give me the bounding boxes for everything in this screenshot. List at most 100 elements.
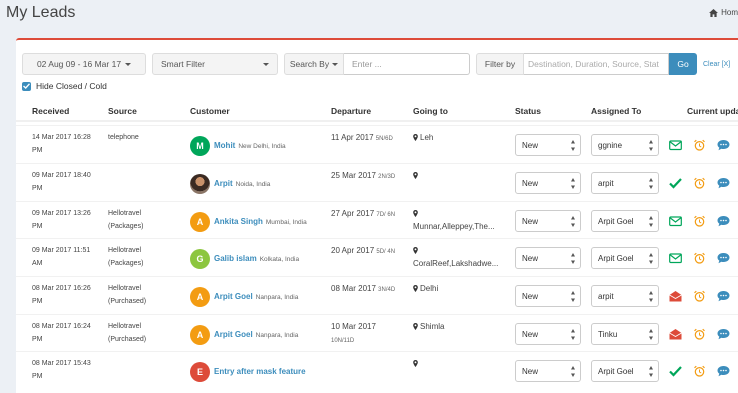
table-row[interactable]: 09 Mar 2017 11:51 AM Hellotravel (Packages)…: [16, 238, 738, 276]
departure-cell: 27 Apr 2017 7D/ 6N: [331, 207, 395, 222]
destination-filter-input[interactable]: Destination, Duration, Source, Stat: [524, 53, 669, 75]
assigned-to-select[interactable]: Arpit Goel: [591, 247, 659, 269]
date-range-picker[interactable]: 02 Aug 09 - 16 Mar 17: [22, 53, 146, 75]
customer-name-link[interactable]: Arpit Goel: [214, 330, 253, 339]
trip-duration: 5N/6D: [375, 136, 393, 142]
updown-arrow-icon: [649, 253, 653, 264]
check-icon[interactable]: [669, 365, 682, 377]
chat-bubble-icon[interactable]: [717, 139, 730, 151]
map-marker-icon: [413, 134, 418, 141]
envelope-icon[interactable]: [669, 215, 682, 227]
envelope-icon[interactable]: [669, 252, 682, 264]
checkbox-checked-icon[interactable]: [22, 81, 31, 91]
alarm-clock-icon[interactable]: [693, 139, 706, 151]
lead-source: Hellotravel (Purchased): [108, 323, 147, 343]
customer-name-link[interactable]: Arpit Goel: [214, 292, 253, 301]
breadcrumb[interactable]: Hom: [709, 8, 738, 17]
status-value: New: [522, 366, 539, 376]
chat-bubble-icon[interactable]: [717, 215, 730, 227]
customer-name-link[interactable]: Mohit: [214, 141, 235, 150]
assigned-to-select[interactable]: Arpit Goel: [591, 360, 659, 382]
customer-cell[interactable]: G Galib islam Kolkata, India: [190, 249, 299, 269]
envelope-open-icon[interactable]: [669, 290, 682, 302]
check-icon[interactable]: [669, 177, 682, 189]
customer-cell[interactable]: Arpit Noida, India: [190, 174, 270, 194]
departure-date: 27 Apr 2017: [331, 209, 375, 218]
status-select[interactable]: New: [515, 285, 581, 307]
breadcrumb-home[interactable]: Hom: [721, 8, 738, 17]
assigned-to-select[interactable]: arpit: [591, 285, 659, 307]
customer-name-link[interactable]: Entry after mask feature: [214, 367, 306, 376]
customer-cell[interactable]: A Arpit Goel Nanpara, India: [190, 325, 298, 345]
status-select[interactable]: New: [515, 323, 581, 345]
status-select[interactable]: New: [515, 360, 581, 382]
avatar: M: [190, 136, 210, 156]
customer-name-link[interactable]: Ankita Singh: [214, 217, 263, 226]
table-row[interactable]: 08 Mar 2017 15:43 PM E Entry after mask fea…: [16, 351, 738, 389]
go-button[interactable]: Go: [669, 53, 697, 75]
chat-bubble-icon[interactable]: [717, 365, 730, 377]
avatar: A: [190, 212, 210, 232]
status-select[interactable]: New: [515, 210, 581, 232]
envelope-icon[interactable]: [669, 139, 682, 151]
current-update-icons: [669, 365, 730, 377]
customer-cell[interactable]: M Mohit New Delhi, India: [190, 136, 286, 156]
chat-bubble-icon[interactable]: [717, 290, 730, 302]
envelope-open-icon[interactable]: [669, 328, 682, 340]
assigned-to-select[interactable]: Tinku: [591, 323, 659, 345]
alarm-clock-icon[interactable]: [693, 328, 706, 340]
customer-cell[interactable]: E Entry after mask feature: [190, 362, 309, 382]
assigned-to-select[interactable]: Arpit Goel: [591, 210, 659, 232]
col-received[interactable]: Received: [32, 106, 69, 116]
status-select[interactable]: New: [515, 134, 581, 156]
status-select[interactable]: New: [515, 172, 581, 194]
col-departure[interactable]: Departure: [331, 106, 371, 116]
col-current-update[interactable]: Current upda: [687, 106, 738, 116]
col-customer[interactable]: Customer: [190, 106, 230, 116]
status-value: New: [522, 178, 539, 188]
assigned-to-select[interactable]: ggnine: [591, 134, 659, 156]
leads-panel: 02 Aug 09 - 16 Mar 17 Smart Filter Searc…: [16, 38, 738, 393]
caret-down-icon: [332, 62, 339, 66]
status-value: New: [522, 291, 539, 301]
alarm-clock-icon[interactable]: [693, 365, 706, 377]
departure-date: 11 Apr 2017: [331, 133, 374, 142]
smart-filter-select[interactable]: Smart Filter: [152, 53, 278, 75]
table-row[interactable]: 08 Mar 2017 16:24 PM Hellotravel (Purchased…: [16, 314, 738, 352]
search-by-dropdown[interactable]: Search By: [284, 53, 344, 75]
col-going-to[interactable]: Going to: [413, 106, 448, 116]
customer-cell[interactable]: A Ankita Singh Mumbai, India: [190, 212, 307, 232]
received-date: 08 Mar 2017 16:26 PM: [32, 285, 91, 305]
destination-list: CoralReef,Lakshadwe...: [413, 259, 499, 268]
alarm-clock-icon[interactable]: [693, 252, 706, 264]
lead-source: Hellotravel (Purchased): [108, 285, 147, 305]
table-row[interactable]: 09 Mar 2017 18:40 PM Arpit Noida, India 25 M…: [16, 163, 738, 201]
customer-cell[interactable]: A Arpit Goel Nanpara, India: [190, 287, 298, 307]
alarm-clock-icon[interactable]: [693, 215, 706, 227]
col-source[interactable]: Source: [108, 106, 137, 116]
chat-bubble-icon[interactable]: [717, 328, 730, 340]
updown-arrow-icon: [649, 216, 653, 227]
current-update-icons: [669, 215, 730, 227]
alarm-clock-icon[interactable]: [693, 177, 706, 189]
hide-closed-toggle[interactable]: Hide Closed / Cold: [22, 81, 107, 91]
col-status[interactable]: Status: [515, 106, 541, 116]
table-row[interactable]: 09 Mar 2017 13:26 PM Hellotravel (Packages)…: [16, 201, 738, 239]
assigned-to-select[interactable]: arpit: [591, 172, 659, 194]
destination: Shimla: [420, 322, 445, 331]
search-input[interactable]: Enter ...: [344, 53, 470, 75]
updown-arrow-icon: [649, 178, 653, 189]
chat-bubble-icon[interactable]: [717, 252, 730, 264]
alarm-clock-icon[interactable]: [693, 290, 706, 302]
clear-filter-link[interactable]: Clear [X]: [703, 61, 730, 68]
status-select[interactable]: New: [515, 247, 581, 269]
customer-name-link[interactable]: Galib islam: [214, 254, 257, 263]
table-row[interactable]: 14 Mar 2017 16:28 PM telephone M Mohit New De…: [16, 125, 738, 163]
customer-name-link[interactable]: Arpit: [214, 179, 233, 188]
received-date: 09 Mar 2017 13:26 PM: [32, 210, 91, 230]
map-marker-icon: [413, 210, 418, 217]
assigned-to-value: Arpit Goel: [598, 366, 634, 376]
col-assigned-to[interactable]: Assigned To: [591, 106, 641, 116]
chat-bubble-icon[interactable]: [717, 177, 730, 189]
table-row[interactable]: 08 Mar 2017 16:26 PM Hellotravel (Purchased…: [16, 276, 738, 314]
